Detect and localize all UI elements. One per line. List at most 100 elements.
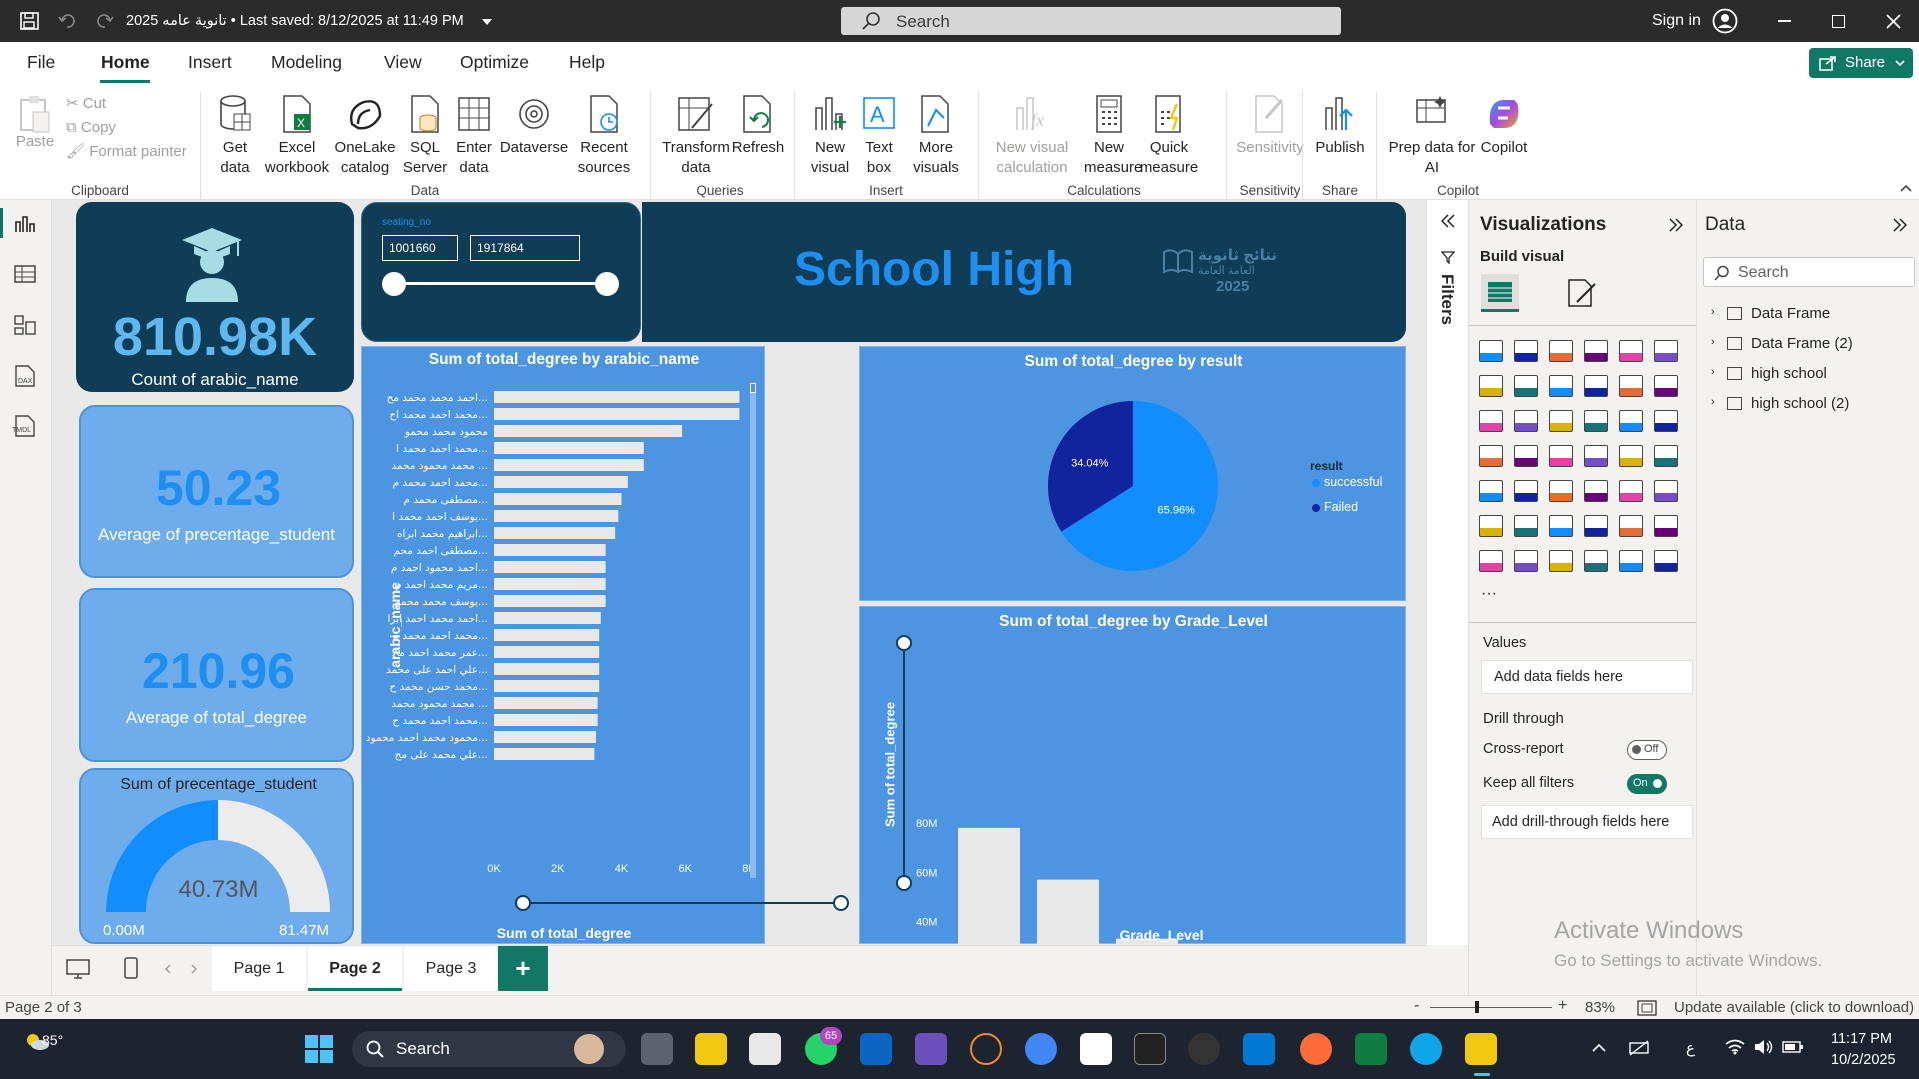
- bar[interactable]: [494, 391, 740, 403]
- clock-date[interactable]: 10/2/2025: [1831, 1052, 1896, 1068]
- slicer-from-input[interactable]: 1001660: [382, 235, 458, 261]
- account-icon[interactable]: [1712, 8, 1738, 34]
- zoom-slider-thumb[interactable]: [1475, 1001, 1479, 1013]
- drill-through-drop-well[interactable]: Add drill-through fields here: [1481, 805, 1693, 839]
- desktop-layout-icon[interactable]: [66, 959, 90, 979]
- power-bi-taskbar-icon[interactable]: [1465, 1033, 1497, 1065]
- 100-area-visual-icon[interactable]: [1584, 375, 1608, 397]
- goals-visual-icon[interactable]: [1654, 515, 1678, 537]
- document-title[interactable]: تانوية عامه 2025 • Last saved: 8/12/2025…: [126, 13, 464, 29]
- get-data-button[interactable]: Get data: [208, 94, 262, 178]
- filters-pane-collapsed[interactable]: Filters: [1426, 200, 1468, 945]
- bar[interactable]: [494, 629, 600, 641]
- bar[interactable]: [494, 714, 598, 726]
- wifi-icon[interactable]: [1725, 1039, 1745, 1055]
- filled-map-visual-icon[interactable]: [1549, 445, 1573, 467]
- close-icon[interactable]: [1886, 14, 1901, 29]
- battery-icon[interactable]: [1782, 1039, 1804, 1055]
- data-table-item[interactable]: › Data Frame (2): [1703, 332, 1913, 358]
- mobile-layout-icon[interactable]: [124, 957, 138, 979]
- key-influencers-visual-icon[interactable]: [1514, 515, 1538, 537]
- bar[interactable]: [494, 459, 644, 471]
- 100-column-visual-icon[interactable]: [1654, 340, 1678, 362]
- prev-page-icon[interactable]: [164, 964, 172, 974]
- input-language[interactable]: ع: [1686, 1039, 1695, 1057]
- microsoft-store-icon[interactable]: [749, 1033, 781, 1065]
- line-column-visual-icon[interactable]: [1619, 375, 1643, 397]
- bar[interactable]: [494, 748, 595, 760]
- col-zoom-handle-max[interactable]: [896, 635, 912, 651]
- enter-data-button[interactable]: Enter data: [452, 94, 496, 178]
- bar-zoom-handle-min[interactable]: [515, 895, 531, 911]
- excel-workbook-button[interactable]: X Excel workbook: [262, 94, 332, 178]
- slicer-handle-min[interactable]: [382, 272, 406, 296]
- recent-sources-button[interactable]: Recent sources: [572, 94, 636, 178]
- kpi-card-avg-percentage[interactable]: 50.23 Average of precentage_student: [79, 405, 354, 578]
- r-visual-visual-icon[interactable]: [1654, 480, 1678, 502]
- ribbon-visual-icon[interactable]: [1479, 410, 1503, 432]
- gauge-visual-icon[interactable]: [1619, 445, 1643, 467]
- build-visual-tab[interactable]: [1481, 274, 1519, 312]
- kpi-card-count[interactable]: 810.98K Count of arabic_name: [76, 202, 354, 392]
- slicer-to-input[interactable]: 1917864: [470, 235, 580, 261]
- clock-time[interactable]: 11:17 PM: [1831, 1031, 1892, 1047]
- narrative-visual-icon[interactable]: [1619, 515, 1643, 537]
- sql-server-button[interactable]: SQL Server: [400, 94, 450, 178]
- collapse-viz-icon[interactable]: [1669, 218, 1683, 232]
- fit-to-page-icon[interactable]: [1637, 1000, 1657, 1016]
- share-button[interactable]: Share: [1809, 48, 1913, 78]
- pie-chart-result[interactable]: Sum of total_degree by result 65.96% 34.0…: [859, 346, 1406, 601]
- windows-start-icon[interactable]: [305, 1035, 333, 1063]
- next-page-icon[interactable]: [190, 964, 198, 974]
- zoom-out-button[interactable]: -: [1414, 997, 1419, 1015]
- cut-button[interactable]: ✂ Cut: [66, 94, 106, 114]
- scatter-visual-icon[interactable]: [1584, 410, 1608, 432]
- kpi-visual-icon[interactable]: [1514, 480, 1538, 502]
- values-drop-well[interactable]: Add data fields here: [1481, 660, 1693, 694]
- stacked-area-visual-icon[interactable]: [1549, 375, 1573, 397]
- funnel-visual-icon[interactable]: [1549, 410, 1573, 432]
- refresh-button[interactable]: Refresh: [730, 94, 786, 158]
- vscode-icon[interactable]: [1243, 1033, 1275, 1065]
- power-automate-visual-icon[interactable]: [1549, 550, 1573, 572]
- line-clustered-visual-icon[interactable]: [1654, 375, 1678, 397]
- report-view-icon[interactable]: [14, 214, 36, 234]
- data-search-input[interactable]: Search: [1703, 257, 1915, 287]
- page-tab-1[interactable]: Page 1: [212, 946, 306, 991]
- bar[interactable]: [494, 510, 619, 522]
- map-visual-icon[interactable]: [1514, 445, 1538, 467]
- text-box-button[interactable]: A Text box: [856, 94, 902, 178]
- minimize-icon[interactable]: [1778, 20, 1791, 22]
- dataverse-button[interactable]: Dataverse: [498, 94, 570, 158]
- new-visual-button[interactable]: New visual: [804, 94, 856, 178]
- qa-visual-icon[interactable]: [1584, 515, 1608, 537]
- keep-filters-toggle[interactable]: On: [1627, 774, 1667, 794]
- model-view-icon[interactable]: [14, 314, 36, 336]
- collapse-ribbon-icon[interactable]: [1900, 184, 1912, 192]
- scrollbar-thumb[interactable]: [750, 383, 756, 393]
- bar[interactable]: [494, 646, 600, 658]
- tmdl-view-icon[interactable]: TMDL: [10, 414, 40, 438]
- slicer-visual-icon[interactable]: [1549, 480, 1573, 502]
- add-page-button[interactable]: +: [498, 946, 548, 991]
- postman-icon[interactable]: [1300, 1033, 1332, 1065]
- terminal-icon[interactable]: [1134, 1033, 1166, 1065]
- maximize-icon[interactable]: [1832, 15, 1845, 28]
- edge-icon[interactable]: [1410, 1033, 1442, 1065]
- col-zoom-handle-min[interactable]: [896, 875, 912, 891]
- task-view-icon[interactable]: [641, 1033, 673, 1065]
- line-visual-icon[interactable]: [1479, 375, 1503, 397]
- waterfall-visual-icon[interactable]: [1514, 410, 1538, 432]
- excel-taskbar-icon[interactable]: [1355, 1033, 1387, 1065]
- diamond-visual-icon[interactable]: [1619, 550, 1643, 572]
- bar[interactable]: [494, 442, 644, 454]
- quick-measure-button[interactable]: Quick measure: [1136, 94, 1202, 178]
- new-measure-button[interactable]: New measure: [1084, 94, 1142, 178]
- data-table-item[interactable]: › high school: [1703, 362, 1913, 388]
- paginated-visual-icon[interactable]: [1479, 550, 1503, 572]
- multirow-card-visual-icon[interactable]: [1479, 480, 1503, 502]
- stacked-bar-visual-icon[interactable]: [1479, 340, 1503, 362]
- power-apps-visual-icon[interactable]: [1514, 550, 1538, 572]
- bar[interactable]: [494, 663, 600, 675]
- volume-icon[interactable]: [1754, 1038, 1774, 1056]
